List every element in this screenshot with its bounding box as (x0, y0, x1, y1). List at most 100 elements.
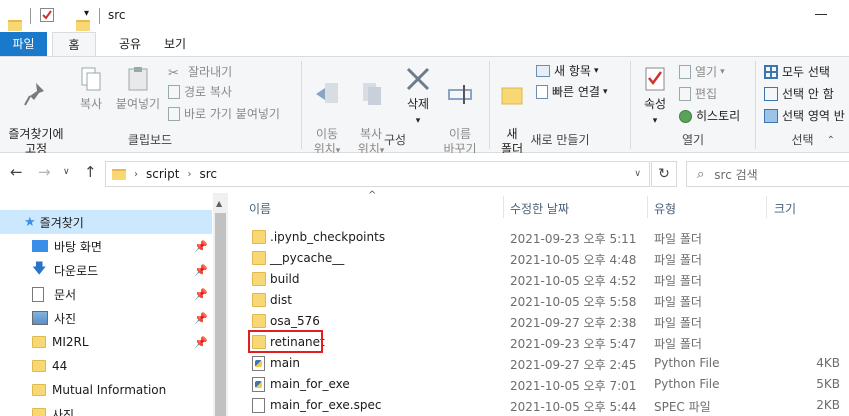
column-divider[interactable] (766, 196, 767, 218)
column-divider[interactable] (647, 196, 648, 218)
file-size: 4KB (816, 356, 840, 370)
pin-icon[interactable]: 📌 (194, 264, 208, 277)
nav-item-downloads[interactable]: 🡇 다운로드 📌 (0, 258, 212, 282)
folder-icon (252, 251, 266, 265)
open-button[interactable]: 열기 ▾ (679, 62, 725, 82)
properties-button[interactable]: 속성 ▾ (635, 65, 675, 129)
scroll-up-icon[interactable]: ▲ (216, 199, 222, 208)
folder-icon (32, 360, 46, 372)
tab-share[interactable]: 공유 (108, 32, 152, 56)
folder-icon (252, 230, 266, 244)
edit-button[interactable]: 편집 (679, 84, 717, 104)
file-row[interactable]: main 2021-09-27 오후 2:45 Python File 4KB (248, 353, 849, 374)
edit-icon (679, 87, 691, 101)
easy-access-button[interactable]: 빠른 연결 ▾ (536, 82, 608, 102)
chevron-right-icon[interactable]: › (187, 169, 191, 180)
pin-icon[interactable]: 📌 (194, 288, 208, 301)
paste-shortcut-icon (168, 107, 180, 121)
delete-button[interactable]: 삭제 ▾ (398, 65, 438, 129)
chevron-right-icon[interactable]: › (134, 169, 138, 180)
pin-icon[interactable]: 📌 (194, 240, 208, 253)
nav-item-mi2rl[interactable]: MI2RL 📌 (0, 330, 212, 354)
tab-home[interactable]: 홈 (52, 32, 96, 57)
rename-icon (448, 85, 472, 104)
nav-item-documents[interactable]: 문서 📌 (0, 282, 212, 306)
properties-label: 속성 (643, 97, 667, 111)
forward-arrow-icon[interactable]: → (38, 163, 51, 181)
up-arrow-icon[interactable]: ↑ (84, 163, 97, 181)
nav-item-pictures[interactable]: 사진 📌 (0, 306, 212, 330)
history-button[interactable]: 히스토리 (679, 106, 740, 126)
breadcrumb-script[interactable]: script (146, 167, 179, 181)
open-group-label: 열기 (681, 133, 705, 147)
properties-quick-icon[interactable] (40, 8, 54, 22)
nav-item-quick-access[interactable]: ★ 즐겨찾기 (0, 210, 212, 234)
file-date: 2021-09-23 오후 5:11 (510, 232, 637, 246)
paste-label: 붙여넣기 (115, 97, 161, 111)
invert-selection-button[interactable]: 선택 영역 반 (764, 106, 845, 126)
nav-item-mutual-information[interactable]: Mutual Information (0, 378, 212, 402)
paste-shortcut-button[interactable]: 바로 가기 붙여넣기 (168, 104, 280, 124)
nav-item-photos[interactable]: 사진 (0, 402, 212, 416)
pin-icon[interactable]: 📌 (194, 336, 208, 349)
column-type[interactable]: 유형 (654, 200, 676, 217)
cut-button[interactable]: ✂ 잘라내기 (168, 62, 232, 82)
search-box[interactable]: ⌕ src 검색 (686, 161, 849, 187)
file-type: Python File (654, 356, 720, 370)
quick-access-dropdown-icon[interactable]: ▾ (84, 8, 89, 19)
nav-item-label: 문서 (54, 287, 77, 302)
address-bar[interactable]: › script › src ∨ (105, 161, 650, 187)
column-name[interactable]: 이름 (249, 200, 271, 217)
title-bar: ▾ src (0, 0, 849, 32)
file-row[interactable]: main_for_exe 2021-10-05 오후 7:01 Python F… (248, 374, 849, 395)
file-row[interactable]: retinanet 2021-09-23 오후 5:47 파일 폴더 (248, 332, 849, 353)
address-dropdown-icon[interactable]: ∨ (634, 169, 641, 179)
nav-item-label: Mutual Information (52, 383, 167, 397)
file-name: build (270, 272, 300, 286)
refresh-button[interactable]: ↻ (651, 161, 677, 187)
spec-file-icon (252, 398, 265, 413)
select-all-button[interactable]: 모두 선택 (764, 62, 830, 82)
nav-scroll-thumb[interactable] (215, 213, 226, 416)
file-row[interactable]: dist 2021-10-05 오후 5:58 파일 폴더 (248, 290, 849, 311)
recent-locations-icon[interactable]: ∨ (63, 167, 70, 177)
file-size: 2KB (816, 398, 840, 412)
pin-icon (24, 83, 44, 106)
desktop-icon (32, 240, 48, 252)
minimize-button[interactable] (815, 14, 827, 15)
copy-button[interactable]: 복사 (74, 65, 108, 112)
nav-item-44[interactable]: 44 (0, 354, 212, 378)
pin-icon[interactable]: 📌 (194, 312, 208, 325)
select-all-icon (764, 65, 778, 79)
column-divider[interactable] (503, 196, 504, 218)
column-date[interactable]: 수정한 날짜 (510, 200, 569, 217)
file-row[interactable]: build 2021-10-05 오후 4:52 파일 폴더 (248, 269, 849, 290)
file-row[interactable]: .ipynb_checkpoints 2021-09-23 오후 5:11 파일… (248, 227, 849, 248)
highlight-box (248, 330, 323, 353)
back-arrow-icon[interactable]: ← (10, 163, 23, 181)
new-item-icon (536, 65, 550, 77)
new-folder-quick-icon[interactable] (76, 19, 90, 31)
file-date: 2021-10-05 오후 5:58 (510, 295, 637, 309)
ribbon-collapse-icon[interactable]: ⌃ (827, 135, 835, 146)
new-folder-icon (501, 87, 523, 105)
tab-view[interactable]: 보기 (153, 32, 197, 56)
select-none-button[interactable]: 선택 안 함 (764, 84, 834, 104)
tab-file[interactable]: 파일 (0, 32, 47, 56)
nav-item-desktop[interactable]: 바탕 화면 📌 (0, 234, 212, 258)
copy-path-button[interactable]: 경로 복사 (168, 82, 232, 102)
sort-up-icon: ^ (368, 190, 377, 201)
file-row[interactable]: __pycache__ 2021-10-05 오후 4:48 파일 폴더 (248, 248, 849, 269)
column-size[interactable]: 크기 (774, 200, 796, 217)
file-name: dist (270, 293, 292, 307)
search-icon: ⌕ (697, 166, 705, 182)
paste-icon (128, 67, 148, 91)
new-item-button[interactable]: 새 항목 ▾ (536, 61, 598, 81)
paste-button[interactable]: 붙여넣기 (112, 65, 164, 112)
organize-group-label: 구성 (383, 133, 407, 147)
breadcrumb-src[interactable]: src (199, 167, 217, 181)
nav-item-label: 사진 (52, 407, 75, 416)
file-row[interactable]: osa_576 2021-09-27 오후 2:38 파일 폴더 (248, 311, 849, 332)
file-row[interactable]: main_for_exe.spec 2021-10-05 오후 5:44 SPE… (248, 395, 849, 416)
select-all-label: 모두 선택 (782, 65, 830, 79)
